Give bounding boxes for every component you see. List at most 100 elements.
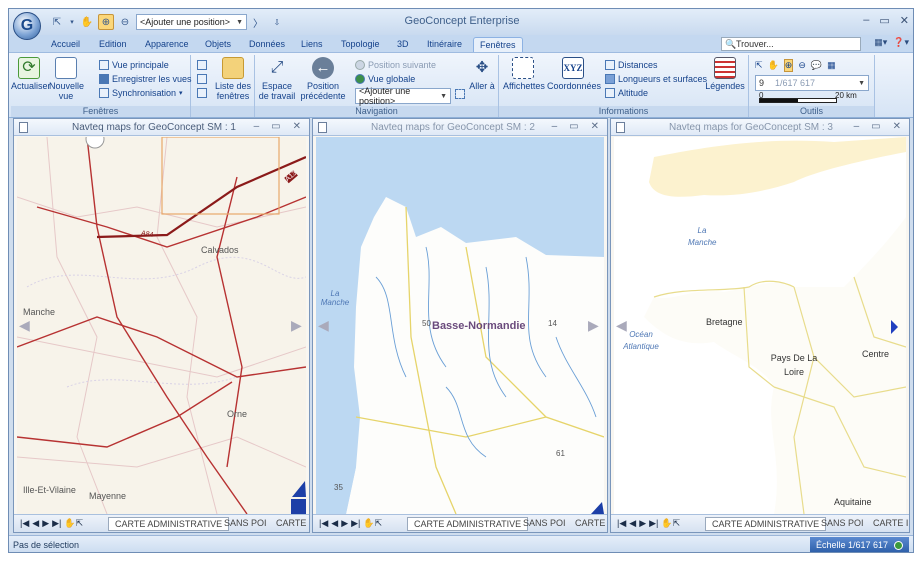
vue-principale-button[interactable]: Vue principale	[99, 59, 169, 71]
position-precedente-button[interactable]: ← Position précédente	[299, 57, 347, 101]
cascade-button[interactable]	[197, 73, 207, 85]
restore-icon[interactable]: ▭	[569, 121, 578, 132]
pane-3-tab-carte-administrative[interactable]: CARTE ADMINISTRATIVE	[705, 517, 827, 531]
pan-left-icon[interactable]: ◀	[616, 317, 627, 334]
pane-3-tab-sans-poi[interactable]: SANS POI	[821, 517, 864, 531]
coordonnees-button[interactable]: XYZ Coordonnées	[547, 57, 601, 91]
map-canvas-3[interactable]: La Manche Océan Atlantique Bretagne Pays…	[614, 137, 906, 514]
aller-a-button[interactable]: ✥ Aller à	[467, 57, 497, 91]
pane-2-tab-carte[interactable]: CARTE I	[575, 517, 607, 531]
tab-edition[interactable]: Edition	[93, 37, 133, 52]
espace-travail-button[interactable]: ⤢ Espace de travail	[257, 57, 297, 101]
scale-km-label: 20 km	[835, 90, 857, 100]
map-canvas-2[interactable]: La Manche Basse-Normandie 50 14 61 35 ◀ …	[316, 137, 604, 514]
first-icon[interactable]: |◀	[617, 518, 626, 529]
close-icon[interactable]: ✕	[893, 121, 901, 132]
tab-apparence[interactable]: Apparence	[139, 37, 195, 52]
restore-icon[interactable]: ▭	[871, 121, 880, 132]
layout-icon[interactable]: ▦▾	[874, 37, 887, 48]
tile-horizontal-button[interactable]	[197, 87, 207, 99]
tools-icon[interactable]: ✋⇱	[661, 518, 680, 529]
minimize-icon[interactable]: –	[552, 121, 558, 132]
last-icon[interactable]: ▶|	[52, 518, 61, 529]
group-fenetres: ⟳ Actualiser Nouvelle vue Vue principale…	[11, 55, 192, 117]
position-suivante-button[interactable]: Position suivante	[355, 59, 436, 71]
longueurs-surfaces-button[interactable]: Longueurs et surfaces	[605, 73, 707, 85]
map-label-14: 14	[548, 319, 557, 328]
map-pane-2[interactable]: Navteq maps for GeoConcept SM : 2 –▭ ✕	[312, 118, 608, 533]
legendes-button[interactable]: Légendes	[705, 57, 745, 91]
pane-2-tab-sans-poi[interactable]: SANS POI	[523, 517, 566, 531]
tab-3d[interactable]: 3D	[391, 37, 415, 52]
pan-left-icon[interactable]: ◀	[318, 317, 329, 334]
tab-objets[interactable]: Objets	[199, 37, 237, 52]
tab-donnees[interactable]: Données	[243, 37, 291, 52]
aller-a-label: Aller à	[469, 81, 495, 91]
zoom-in-icon[interactable]: ⊕	[783, 58, 794, 72]
tab-topologie[interactable]: Topologie	[335, 37, 386, 52]
pan-hand-icon[interactable]: ✋	[768, 60, 779, 71]
minimize-icon[interactable]: –	[863, 14, 869, 27]
minimize-icon[interactable]: –	[254, 121, 260, 132]
altitude-button[interactable]: Altitude	[605, 87, 648, 99]
pan-right-icon[interactable]: ▶	[588, 317, 599, 334]
map-canvas-1[interactable]: Calvados Manche Orne Ille-Et-Vilaine May…	[17, 137, 306, 514]
first-icon[interactable]: |◀	[319, 518, 328, 529]
distances-button[interactable]: Distances	[605, 59, 658, 71]
close-icon[interactable]: ✕	[900, 14, 909, 27]
ribbon-tabs: Accueil Edition Apparence Objets Données…	[9, 35, 913, 52]
tab-itineraire[interactable]: Itinéraire	[421, 37, 468, 52]
map-pane-3[interactable]: Navteq maps for GeoConcept SM : 3 – ▭ ✕ La…	[610, 118, 910, 533]
next-icon[interactable]: ▶	[639, 518, 646, 529]
tab-liens[interactable]: Liens	[295, 37, 329, 52]
next-icon[interactable]: ▶	[341, 518, 348, 529]
tools-icon[interactable]: ✋⇱	[64, 518, 83, 529]
nouvelle-vue-button[interactable]: Nouvelle vue	[49, 57, 84, 101]
prev-icon[interactable]: ◀	[629, 518, 636, 529]
close-icon[interactable]: ✕	[591, 121, 599, 132]
next-icon[interactable]: ▶	[42, 518, 49, 529]
last-icon[interactable]: ▶|	[351, 518, 360, 529]
map-pane-1[interactable]: Navteq maps for GeoConcept SM : 1 –▭ ✕	[13, 118, 310, 533]
pan-right-icon[interactable]: ▶	[291, 317, 302, 334]
pane-1-tab-carte-administrative[interactable]: CARTE ADMINISTRATIVE	[108, 517, 230, 531]
pane-1-controls: – ▭ ✕	[254, 121, 301, 132]
application-menu-button[interactable]: G	[13, 12, 41, 40]
map-label-centre: Centre	[862, 349, 890, 359]
affichettes-button[interactable]: Affichettes	[503, 57, 545, 91]
select-zone-button[interactable]	[455, 88, 465, 100]
synchronisation-button[interactable]: Synchronisation ▾	[99, 87, 183, 99]
first-icon[interactable]: |◀	[20, 518, 29, 529]
navigation-position-combo[interactable]: <Ajouter une position> ▼	[355, 86, 451, 106]
select-tool-icon[interactable]: ⇱	[755, 60, 763, 71]
pan-left-icon[interactable]: ◀	[19, 317, 30, 334]
status-bar: Pas de sélection Échelle 1/617 617	[9, 535, 913, 552]
pane-3-tab-carte[interactable]: CARTE I	[873, 517, 908, 531]
close-icon[interactable]: ✕	[293, 121, 301, 132]
actualiser-button[interactable]: ⟳ Actualiser	[11, 57, 51, 91]
restore-icon[interactable]: ▭	[271, 121, 280, 132]
liste-fenetres-button[interactable]: Liste des fenêtres	[213, 57, 253, 101]
tab-accueil[interactable]: Accueil	[45, 37, 86, 52]
vue-globale-label: Vue globale	[368, 74, 416, 84]
help-icon[interactable]: ❓▾	[893, 37, 909, 48]
pane-1-tab-carte[interactable]: CARTE I	[276, 517, 309, 531]
vue-globale-button[interactable]: Vue globale	[355, 73, 415, 85]
pane-1-tab-sans-poi[interactable]: SANS POI	[224, 517, 267, 531]
search-placeholder: Trouver...	[736, 39, 774, 49]
pane-2-tab-carte-administrative[interactable]: CARTE ADMINISTRATIVE	[407, 517, 529, 531]
enregistrer-vues-button[interactable]: Enregistrer les vues	[99, 73, 192, 85]
minimize-icon[interactable]: –	[854, 121, 860, 132]
tile-vertical-button[interactable]	[197, 59, 207, 71]
search-input[interactable]: 🔍 Trouver...	[721, 37, 861, 51]
prev-icon[interactable]: ◀	[32, 518, 39, 529]
tooltip-icon[interactable]: 💬	[811, 60, 822, 71]
zoom-out-icon[interactable]: ⊖	[798, 60, 806, 71]
prev-icon[interactable]: ◀	[331, 518, 338, 529]
last-icon[interactable]: ▶|	[649, 518, 658, 529]
pane-1-header: Navteq maps for GeoConcept SM : 1 – ▭ ✕	[14, 119, 309, 136]
restore-icon[interactable]: ▭	[879, 14, 889, 27]
tools-icon[interactable]: ✋⇱	[363, 518, 382, 529]
grid-icon[interactable]: ▦	[827, 60, 836, 71]
tab-fenetres[interactable]: Fenêtres	[473, 37, 523, 52]
